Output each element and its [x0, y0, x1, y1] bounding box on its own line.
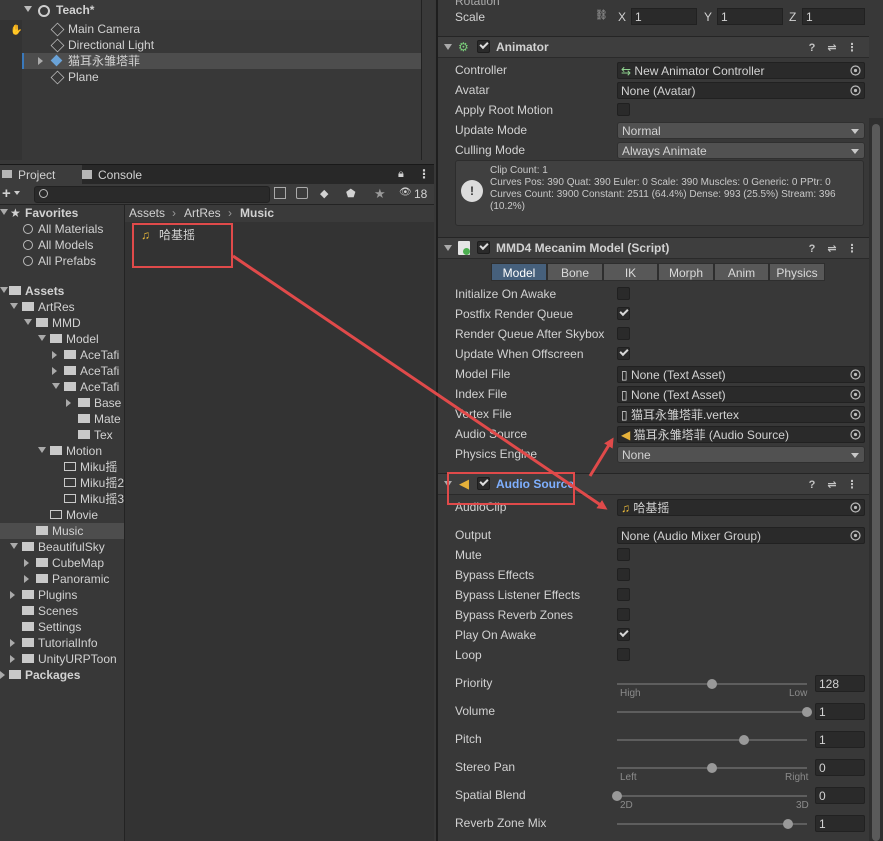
arrow-to-audio-source-field	[588, 437, 614, 477]
arrow-to-audioclip	[232, 254, 608, 510]
annotation-arrows	[232, 254, 614, 510]
